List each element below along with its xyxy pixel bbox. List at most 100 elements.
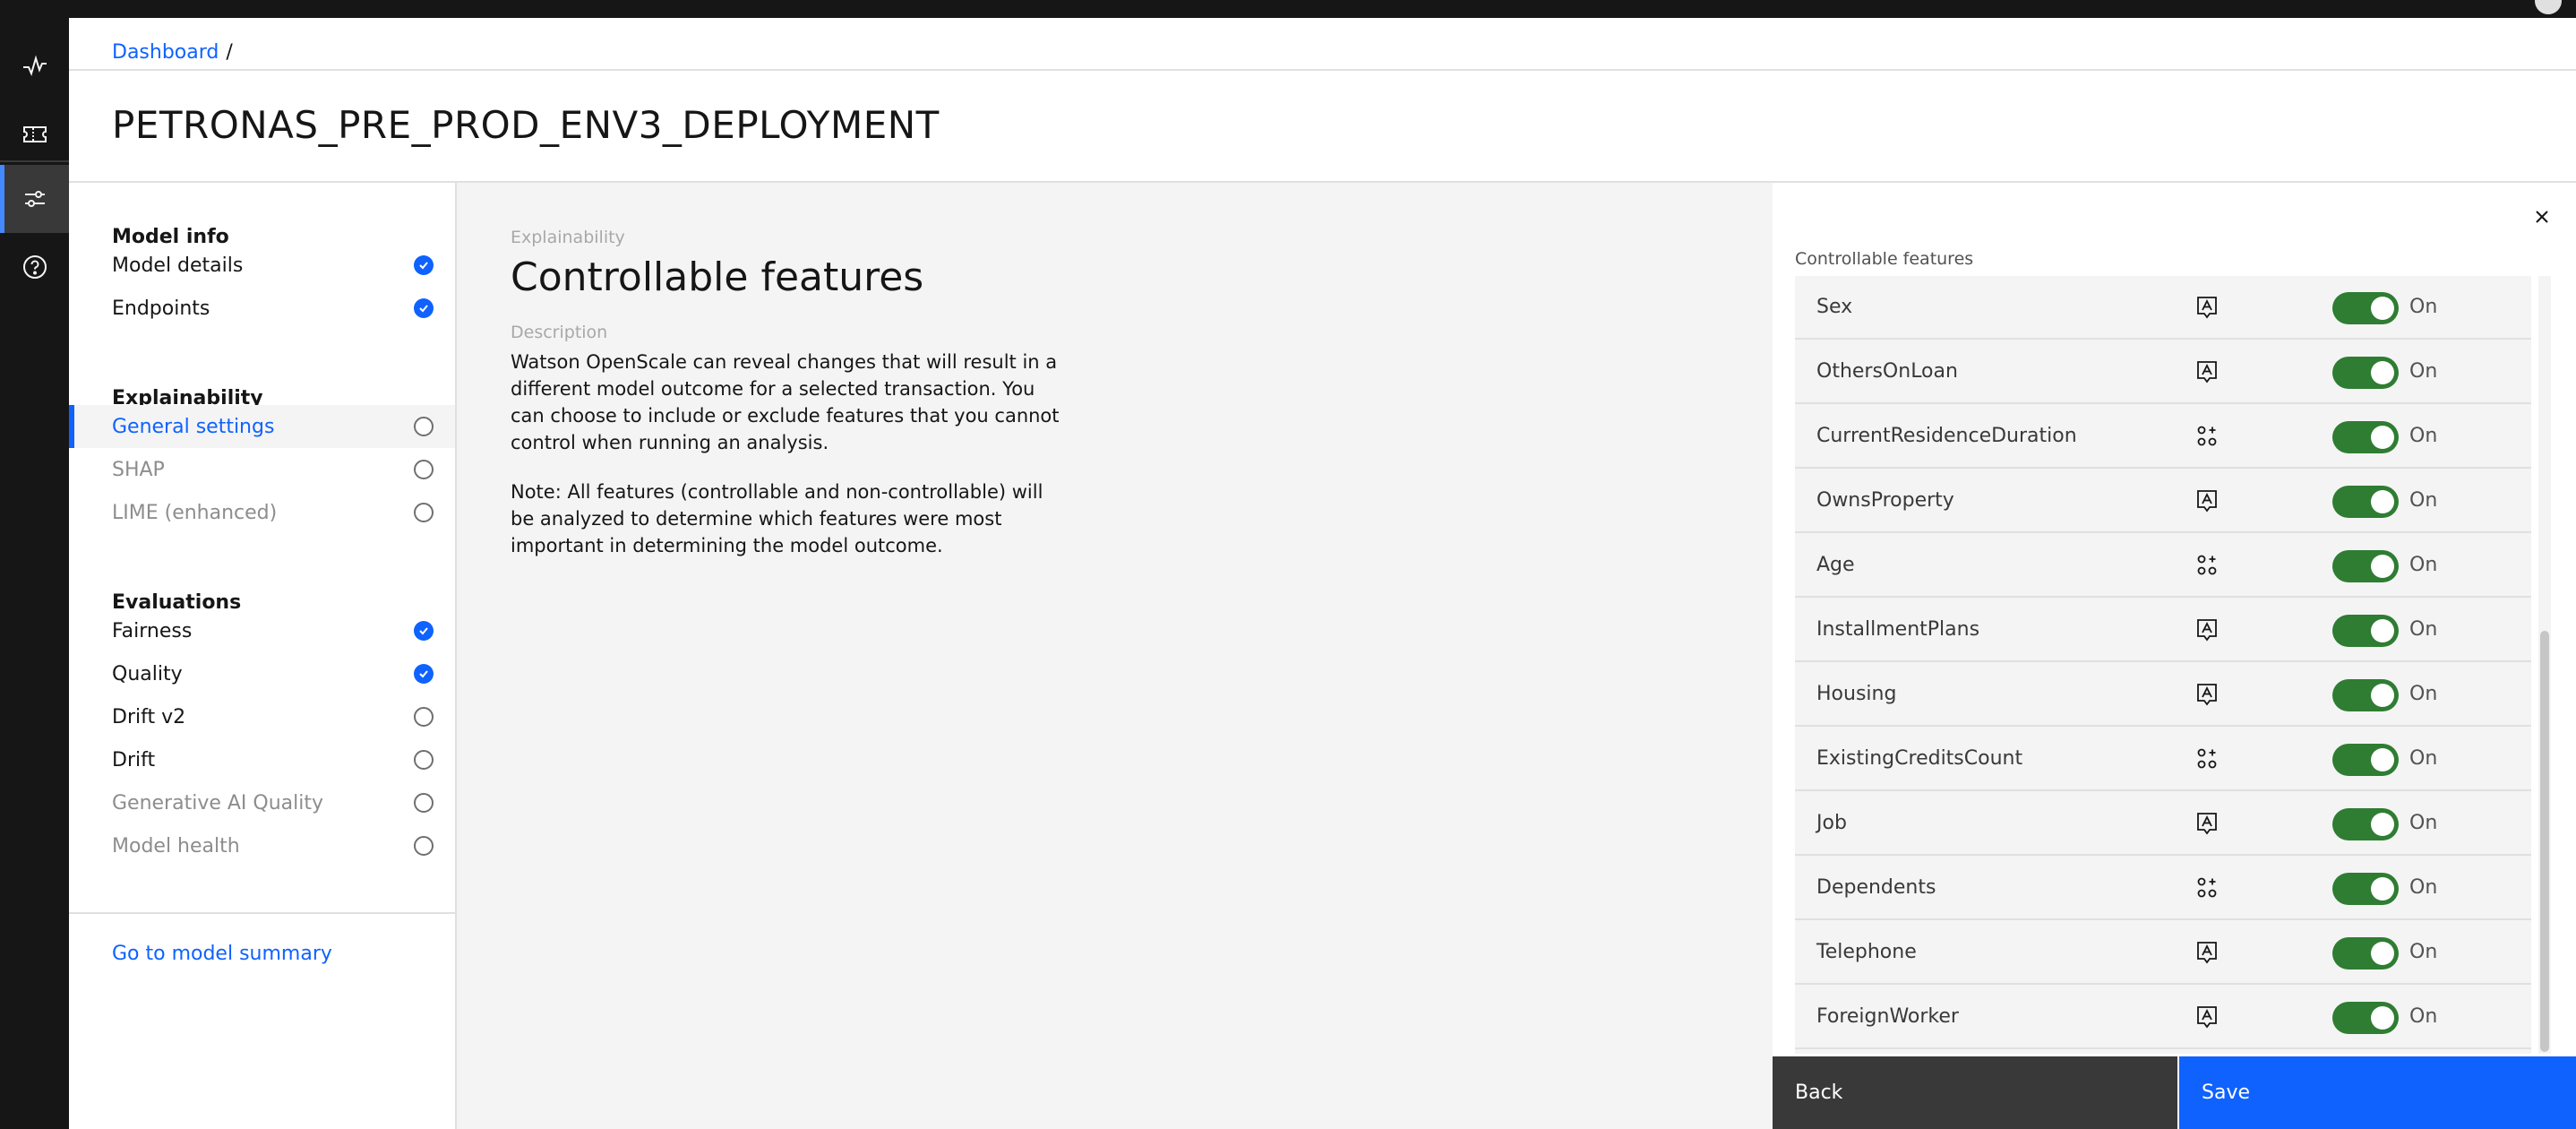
- nav-item-fairness[interactable]: Fairness: [69, 609, 455, 652]
- toggle-state-label: On: [2409, 876, 2438, 899]
- feature-name: ExistingCreditsCount: [1816, 747, 2023, 770]
- sliders-icon: [24, 191, 45, 207]
- toggle-state-label: On: [2409, 683, 2438, 705]
- nav-item-label: Generative AI Quality: [112, 791, 324, 814]
- feature-name: Housing: [1816, 683, 1897, 705]
- circle-outline-icon: [414, 836, 434, 856]
- rail-activity-button[interactable]: [0, 32, 69, 100]
- numeric-icon: [2194, 875, 2220, 901]
- feature-row: Housing On: [1795, 662, 2531, 727]
- nav-item-label: Model health: [112, 834, 240, 858]
- nav-item-model-health[interactable]: Model health: [69, 824, 455, 867]
- scrollbar-thumb[interactable]: [2540, 631, 2549, 1052]
- feature-name: Job: [1816, 812, 1847, 834]
- breadcrumb-separator: /: [226, 40, 233, 64]
- toggle-knob: [2371, 813, 2394, 836]
- toggle-state-label: On: [2409, 618, 2438, 641]
- nav-item-model-details[interactable]: Model details: [69, 244, 455, 287]
- toggle-state-label: On: [2409, 812, 2438, 834]
- help-icon: [22, 255, 47, 279]
- section-eyebrow: Explainability: [511, 228, 625, 247]
- feature-row: Job On: [1795, 791, 2531, 856]
- feature-row: Telephone On: [1795, 920, 2531, 985]
- categorical-icon: [2194, 1004, 2220, 1030]
- feature-row: OthersOnLoan On: [1795, 340, 2531, 404]
- description-text: Watson OpenScale can reveal changes that…: [511, 351, 1060, 453]
- numeric-icon: [2194, 424, 2220, 449]
- toggle-knob: [2371, 490, 2394, 513]
- toggle-knob: [2371, 426, 2394, 449]
- header-divider: [69, 69, 2576, 71]
- feature-toggle[interactable]: [2332, 486, 2399, 518]
- feature-name: CurrentResidenceDuration: [1816, 425, 2077, 447]
- page-title: PETRONAS_PRE_PROD_ENV3_DEPLOYMENT: [112, 103, 940, 147]
- feature-toggle[interactable]: [2332, 873, 2399, 905]
- breadcrumb: Dashboard /: [112, 30, 233, 73]
- nav-item-drift[interactable]: Drift: [69, 738, 455, 781]
- nav-item-shap[interactable]: SHAP: [69, 448, 455, 491]
- toggle-knob: [2371, 877, 2394, 901]
- main-content: Explainability Controllable features Des…: [457, 183, 1773, 1129]
- feature-toggle[interactable]: [2332, 357, 2399, 389]
- feature-toggle[interactable]: [2332, 292, 2399, 324]
- feature-toggle[interactable]: [2332, 808, 2399, 840]
- scrollbar[interactable]: [2538, 276, 2551, 1054]
- circle-outline-icon: [414, 750, 434, 770]
- checkmark-filled-icon: [414, 255, 434, 275]
- section-title: Controllable features: [511, 254, 924, 300]
- checkmark-filled-icon: [414, 298, 434, 318]
- nav-item-quality[interactable]: Quality: [69, 652, 455, 695]
- nav-divider: [69, 912, 455, 914]
- nav-item-label: LIME (enhanced): [112, 501, 278, 524]
- circle-outline-icon: [414, 793, 434, 813]
- rail-ticket-button[interactable]: [0, 100, 69, 168]
- note-text: Note: All features (controllable and non…: [511, 481, 1043, 556]
- nav-item-general-settings[interactable]: General settings: [69, 405, 455, 448]
- save-button[interactable]: Save: [2179, 1056, 2576, 1129]
- close-panel-button[interactable]: [2524, 199, 2560, 235]
- nav-item-drift-v2[interactable]: Drift v2: [69, 695, 455, 738]
- checkmark-filled-icon: [414, 664, 434, 684]
- nav-item-generative-ai-quality[interactable]: Generative AI Quality: [69, 781, 455, 824]
- toggle-state-label: On: [2409, 296, 2438, 318]
- feature-toggle[interactable]: [2332, 937, 2399, 970]
- feature-row: ForeignWorker On: [1795, 985, 2531, 1049]
- toggle-state-label: On: [2409, 941, 2438, 963]
- go-to-model-summary-link[interactable]: Go to model summary: [112, 943, 332, 965]
- toggle-knob: [2371, 942, 2394, 965]
- rail-divider: [0, 160, 69, 162]
- avatar[interactable]: [2535, 0, 2562, 14]
- nav-item-label: Model details: [112, 254, 244, 277]
- feature-toggle[interactable]: [2332, 615, 2399, 647]
- categorical-icon: [2194, 488, 2220, 513]
- rail-configure-button[interactable]: [0, 165, 69, 233]
- ticket-icon: [22, 126, 47, 142]
- categorical-icon: [2194, 295, 2220, 320]
- categorical-icon: [2194, 811, 2220, 836]
- nav-item-lime[interactable]: LIME (enhanced): [69, 491, 455, 534]
- page-header: Dashboard / PETRONAS_PRE_PROD_ENV3_DEPLO…: [69, 18, 2576, 183]
- left-rail: [0, 18, 69, 1129]
- categorical-icon: [2194, 617, 2220, 642]
- toggle-state-label: On: [2409, 425, 2438, 447]
- toggle-state-label: On: [2409, 747, 2438, 770]
- feature-toggle[interactable]: [2332, 550, 2399, 582]
- toggle-state-label: On: [2409, 360, 2438, 383]
- categorical-icon: [2194, 682, 2220, 707]
- circle-outline-icon: [414, 503, 434, 522]
- description-label: Description: [511, 323, 608, 342]
- back-button[interactable]: Back: [1773, 1056, 2177, 1129]
- rail-help-button[interactable]: [0, 233, 69, 301]
- feature-name: OthersOnLoan: [1816, 360, 1958, 383]
- nav-item-endpoints[interactable]: Endpoints: [69, 287, 455, 330]
- feature-toggle[interactable]: [2332, 421, 2399, 453]
- breadcrumb-dashboard-link[interactable]: Dashboard: [112, 41, 219, 64]
- feature-row: Sex On: [1795, 276, 2531, 340]
- toggle-knob: [2371, 555, 2394, 578]
- toggle-state-label: On: [2409, 554, 2438, 576]
- feature-toggle[interactable]: [2332, 744, 2399, 776]
- feature-toggle[interactable]: [2332, 679, 2399, 711]
- feature-toggle[interactable]: [2332, 1002, 2399, 1034]
- feature-name: Sex: [1816, 296, 1853, 318]
- feature-name: Age: [1816, 554, 1855, 576]
